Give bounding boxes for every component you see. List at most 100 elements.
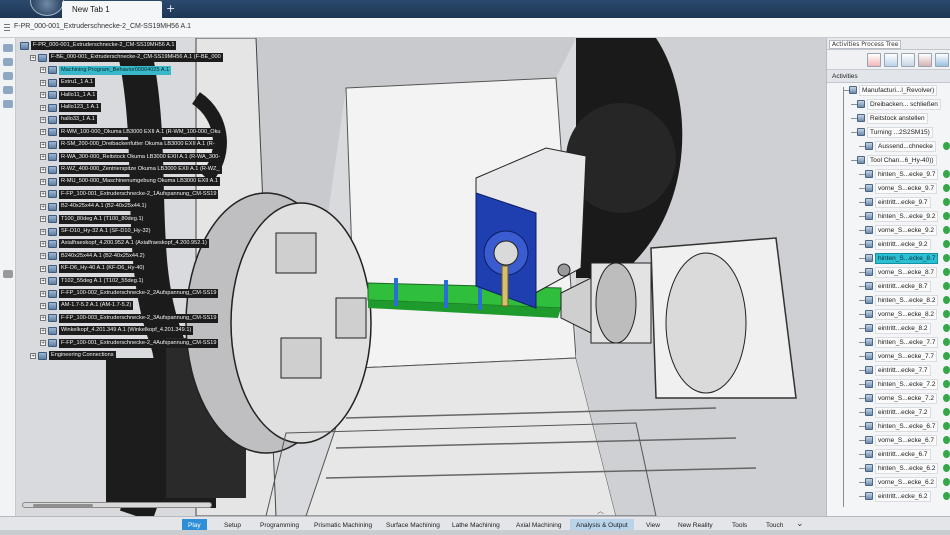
expand-toggle-icon[interactable]: +	[40, 116, 46, 123]
toolbar-icon[interactable]	[3, 58, 13, 66]
activity-item[interactable]: hinten_S...ecke_8.2	[827, 293, 950, 307]
activity-item[interactable]: Turning ...2S2SM15)	[827, 125, 950, 139]
toolbar-icon[interactable]	[3, 72, 13, 80]
tree-node[interactable]: + R-MU_500-000_Maschinenumgebung Okuma LB…	[40, 176, 221, 187]
tree-scrollbar[interactable]	[22, 502, 212, 508]
tree-node[interactable]: + B240x25x44 A.1 (B2-40x25x44.2)	[40, 251, 147, 262]
activity-item[interactable]: vorne_S...ecke_6.2	[827, 475, 950, 489]
expand-toggle-icon[interactable]: +	[40, 92, 46, 99]
tree-node[interactable]: + F-FP_100-001_Extruderschnecke-2_4Aufspa…	[40, 338, 219, 349]
activity-item[interactable]: vorne_S...ecke_8.7	[827, 265, 950, 279]
toolbar-icon[interactable]	[3, 44, 13, 52]
expand-toggle-icon[interactable]: +	[40, 290, 46, 297]
expand-toggle-icon[interactable]: +	[40, 240, 46, 247]
expand-toggle-icon[interactable]: +	[40, 315, 46, 322]
expand-toggle-icon[interactable]: +	[40, 228, 46, 235]
tree-node[interactable]: + F-FP_100-003_Extruderschnecke-2_3Aufspa…	[40, 313, 219, 324]
expand-toggle-icon[interactable]: +	[40, 191, 46, 198]
tree-node[interactable]: + F-FP_100-001_Extruderschnecke-2_1Aufspa…	[40, 189, 219, 200]
settings-icon[interactable]	[935, 53, 949, 67]
expand-toggle-icon[interactable]: +	[40, 302, 46, 309]
tree-node[interactable]: + Engineering Connections	[30, 350, 116, 361]
tree-node[interactable]: + AM-1.7-5.2 A.1 (AM-1.7-5.2)	[40, 300, 134, 311]
activity-item[interactable]: hinten_S...ecke_9.2	[827, 209, 950, 223]
tree-node[interactable]: + Hallo11_1 A.1	[40, 90, 98, 101]
expand-toggle-icon[interactable]: +	[30, 352, 36, 359]
tree-node[interactable]: + R-WZ_400-000_Zentrierspitze Okuma LB300…	[40, 164, 222, 175]
tree-node[interactable]: + R-WA_300-000_Reitstock Okuma LB3000 EXI…	[40, 152, 223, 163]
tree-node[interactable]: + R-SM_200-000_Dreibackenfutter Okuma LB3…	[40, 139, 217, 150]
tree-node[interactable]: + Hallo123_1 A.1	[40, 102, 101, 113]
expand-toggle-icon[interactable]: +	[40, 327, 46, 334]
activity-item[interactable]: eintritt...ecke_7.7	[827, 363, 950, 377]
expand-toggle-icon[interactable]: +	[40, 67, 46, 74]
tree-node[interactable]: + Winkelkopf_4.201.349 A.1 (Winkelkopf_4.…	[40, 325, 194, 336]
activity-item[interactable]: eintritt...ecke_7.2	[827, 405, 950, 419]
expand-toggle-icon[interactable]: +	[40, 178, 46, 185]
activity-item[interactable]: vorne_S...ecke_8.2	[827, 307, 950, 321]
toolbar-icon[interactable]	[3, 86, 13, 94]
expand-toggle-icon[interactable]: +	[40, 141, 46, 148]
expand-toggle-icon[interactable]: +	[40, 203, 46, 210]
tree-node[interactable]: + F-FP_100-002_Extruderschnecke-2_2Aufspa…	[40, 288, 219, 299]
activity-item[interactable]: Reitstock anstellen	[827, 111, 950, 125]
tool-icon[interactable]	[884, 53, 898, 67]
tree-node[interactable]: + SF-D10_Hy-32 A.1 (SF-D10_Hy-32)	[40, 226, 153, 237]
tree-node[interactable]: + Axialfraeskopf_4.200.952 A.1 (Axialfrae…	[40, 238, 209, 249]
expand-toggle-icon[interactable]: +	[40, 340, 46, 347]
activity-item[interactable]: vorne_S...ecke_9.7	[827, 181, 950, 195]
tree-node[interactable]: + R-WM_100-000_Okuma LB3000 EXII A.1 (R-W…	[40, 127, 223, 138]
tree-node[interactable]: + hallo33_1 A.1	[40, 114, 97, 125]
document-tab[interactable]: New Tab 1	[62, 1, 162, 18]
activity-item[interactable]: eintritt...ecke_9.7	[827, 195, 950, 209]
activity-item[interactable]: eintritt...ecke_6.7	[827, 447, 950, 461]
tree-node[interactable]: + B2-40x25x44 A.1 (B2-40x25x44.1)	[40, 201, 149, 212]
tab-activities-process-tree[interactable]: Activities Process Tree	[829, 40, 902, 49]
activity-item[interactable]: Manufacturi...l_Revolver)	[827, 83, 950, 97]
expand-toggle-icon[interactable]: +	[40, 104, 46, 111]
activity-item[interactable]: hinten_S...ecke_6.7	[827, 419, 950, 433]
collapse-chevron-icon[interactable]: ⌄	[796, 519, 804, 529]
expand-toggle-icon[interactable]: +	[40, 216, 46, 223]
expand-toggle-icon[interactable]: +	[40, 265, 46, 272]
new-tab-button[interactable]: +	[166, 1, 175, 17]
activity-item[interactable]: hinten_S...ecke_7.2	[827, 377, 950, 391]
activity-item[interactable]: Dreibacken... schließen	[827, 97, 950, 111]
expand-toggle-icon[interactable]: +	[40, 129, 46, 136]
activity-item[interactable]: eintritt...ecke_6.2	[827, 489, 950, 503]
expand-toggle-icon[interactable]: +	[40, 278, 46, 285]
activity-item[interactable]: Aussend...chnecke	[827, 139, 950, 153]
scrollbar-thumb[interactable]	[33, 504, 93, 507]
tree-node[interactable]: + Machining Program_Behavior00004025 A.1	[40, 65, 172, 76]
filter-icon[interactable]	[901, 53, 915, 67]
activity-item[interactable]: vorne_S...ecke_7.7	[827, 349, 950, 363]
expand-toggle-icon[interactable]: +	[40, 154, 46, 161]
tree-node[interactable]: + Extru1_1 A.1	[40, 77, 96, 88]
activity-item[interactable]: eintritt...ecke_8.2	[827, 321, 950, 335]
activity-item[interactable]: hinten_S...ecke_8.7	[827, 251, 950, 265]
toolbar-icon[interactable]	[3, 100, 13, 108]
expand-arrow-icon[interactable]	[3, 270, 13, 278]
expand-toggle-icon[interactable]: +	[40, 166, 46, 173]
expand-chevron-icon[interactable]: ︿	[597, 506, 604, 516]
activity-item[interactable]: vorne_S...ecke_9.2	[827, 223, 950, 237]
activity-item[interactable]: eintritt...ecke_9.2	[827, 237, 950, 251]
tree-node[interactable]: + T100_80deg A.1 (T100_80deg.1)	[40, 214, 146, 225]
activity-item[interactable]: eintritt...ecke_8.7	[827, 279, 950, 293]
activity-item[interactable]: hinten_S...ecke_9.7	[827, 167, 950, 181]
tree-node[interactable]: + T102_55deg A.1 (T102_55deg.1)	[40, 276, 146, 287]
activity-item[interactable]: vorne_S...ecke_7.2	[827, 391, 950, 405]
activity-item[interactable]: hinten_S...ecke_7.7	[827, 335, 950, 349]
flag-icon[interactable]	[867, 53, 881, 67]
expand-toggle-icon[interactable]: +	[40, 253, 46, 260]
tree-node[interactable]: + F-BE_000-001_Extruderschnecke-2_CM-SS19…	[30, 52, 223, 63]
activity-item[interactable]: Tool Chan...6_Hy-40))	[827, 153, 950, 167]
tree-node[interactable]: + KF-D6_Hy-40 A.1 (KF-D6_Hy-40)	[40, 263, 147, 274]
activity-item[interactable]: hinten_S...ecke_6.2	[827, 461, 950, 475]
app-logo-icon[interactable]	[30, 0, 64, 16]
delete-icon[interactable]	[918, 53, 932, 67]
expand-toggle-icon[interactable]: +	[30, 54, 36, 61]
expand-toggle-icon[interactable]: +	[40, 79, 46, 86]
tree-node[interactable]: F-PR_000-001_Extruderschnecke-2_CM-SS19M…	[20, 40, 177, 51]
activity-item[interactable]: vorne_S...ecke_6.7	[827, 433, 950, 447]
